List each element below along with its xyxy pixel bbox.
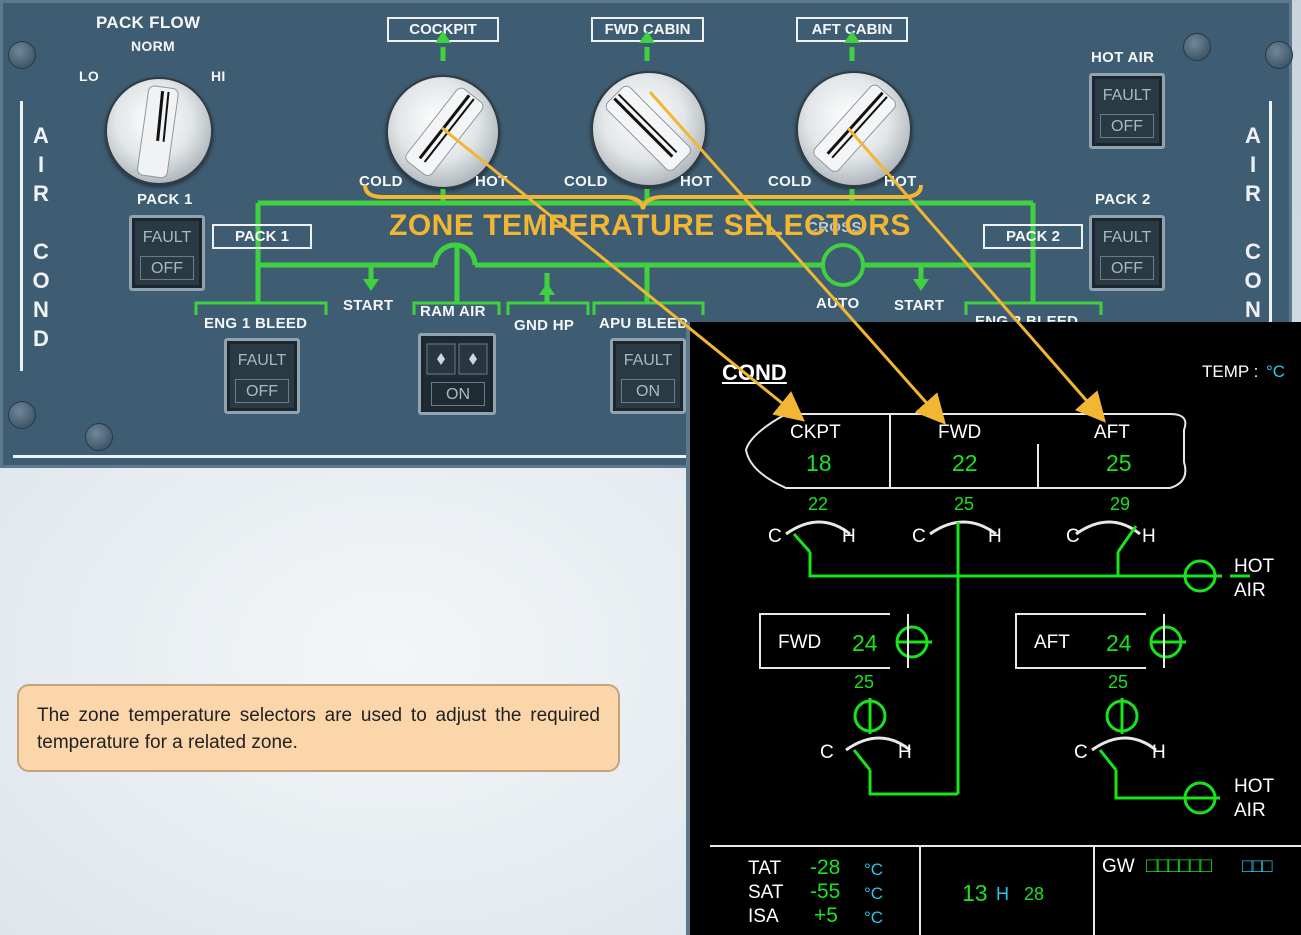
tat-label: TAT <box>748 858 782 879</box>
crossbleed-auto-label: AUTO <box>816 295 860 312</box>
ram-air-on-light: ON <box>431 382 485 406</box>
ecam-temp-label: TEMP : <box>1202 362 1259 381</box>
aft-cargo-duct-temp: 25 <box>1108 672 1129 692</box>
apu-bleed-label: APU BLEED <box>599 315 689 332</box>
cargo-hot-air-label-2: AIR <box>1234 800 1266 821</box>
fwd-cargo-label: FWD <box>778 632 822 653</box>
ckpt-valve-cold-label: C <box>768 526 782 547</box>
clock-minutes: 28 <box>1024 884 1045 904</box>
pack1-label: PACK 1 <box>137 191 193 208</box>
eng1-bleed-fault-light: FAULT <box>237 352 287 369</box>
isa-label: ISA <box>748 906 779 927</box>
isa-value: +5 <box>814 904 838 927</box>
sat-unit: °C <box>864 884 884 903</box>
fwd-zone-temp: 22 <box>952 450 978 476</box>
aft-valve-hot-label: H <box>1142 526 1156 547</box>
eng1-bleed-off-light: OFF <box>235 379 289 403</box>
pack1-pushbutton[interactable]: FAULT OFF <box>129 215 205 291</box>
cargo-hot-air-label-1: HOT <box>1234 776 1275 797</box>
aft-cargo-valve-hot-label: H <box>1152 742 1166 763</box>
hot-air-label: HOT AIR <box>1091 49 1155 66</box>
pack2-label: PACK 2 <box>1095 191 1151 208</box>
hot-air-label-2: AIR <box>1234 580 1266 601</box>
fwd-cargo-valve-hot-label: H <box>898 742 912 763</box>
ecam-cond-page: COND TEMP : °C CKPT FWD AFT 18 22 25 22 … <box>686 322 1301 935</box>
hot-air-fault-light: FAULT <box>1102 87 1152 104</box>
instruction-caption: The zone temperature selectors are used … <box>17 684 620 772</box>
apu-bleed-pushbutton[interactable]: FAULT ON <box>610 338 686 414</box>
pack2-pushbutton[interactable]: FAULT OFF <box>1089 215 1165 291</box>
fwd-valve-hot-label: H <box>988 526 1002 547</box>
fwd-cargo-duct-temp: 25 <box>854 672 875 692</box>
ckpt-valve-hot-label: H <box>842 526 856 547</box>
fwd-zone-label: FWD <box>938 422 982 443</box>
hot-air-label-1: HOT <box>1234 556 1275 577</box>
gw-label: GW <box>1102 856 1135 877</box>
pack2-line-label: PACK 2 <box>983 224 1083 249</box>
apu-bleed-fault-light: FAULT <box>623 352 673 369</box>
pack2-fault-light: FAULT <box>1102 229 1152 246</box>
zone-temperature-selectors-title: ZONE TEMPERATURE SELECTORS <box>389 209 911 242</box>
fwd-valve-cold-label: C <box>912 526 926 547</box>
apu-bleed-on-light: ON <box>621 379 675 403</box>
isa-unit: °C <box>864 908 884 927</box>
ram-air-label: RAM AIR <box>420 303 486 320</box>
ckpt-zone-temp: 18 <box>806 450 832 476</box>
aft-cargo-temp: 24 <box>1106 630 1132 656</box>
hot-air-off-light: OFF <box>1100 114 1154 138</box>
tat-value: -28 <box>810 856 841 879</box>
fwd-cargo-temp: 24 <box>852 630 878 656</box>
start-label-left: START <box>343 297 394 314</box>
gw-value: □□□□□□ <box>1146 854 1212 877</box>
aft-cargo-label: AFT <box>1034 632 1070 653</box>
zone-selectors-brace <box>363 184 923 210</box>
gw-unit: □□□ <box>1242 856 1272 877</box>
ckpt-duct-temp: 22 <box>808 494 829 514</box>
ecam-page-title: COND <box>722 360 787 385</box>
tat-unit: °C <box>864 860 884 879</box>
aft-zone-label: AFT <box>1094 422 1130 443</box>
fwd-duct-temp: 25 <box>954 494 975 514</box>
pack1-off-light: OFF <box>140 256 194 280</box>
pack1-line-label: PACK 1 <box>212 224 312 249</box>
pack1-fault-light: FAULT <box>142 229 192 246</box>
eng1-bleed-pushbutton[interactable]: FAULT OFF <box>224 338 300 414</box>
ram-air-guard-icon <box>426 343 488 375</box>
ram-air-guarded-pushbutton[interactable]: ON <box>418 333 496 415</box>
sat-value: -55 <box>810 880 841 903</box>
clock-hours: 13 <box>962 880 988 906</box>
aft-cargo-valve-cold-label: C <box>1074 742 1088 763</box>
start-label-right: START <box>894 297 945 314</box>
aft-duct-temp: 29 <box>1110 494 1131 514</box>
ckpt-zone-label: CKPT <box>790 422 841 443</box>
clock-separator: H <box>996 884 1009 904</box>
ecam-cond-schematic <box>710 413 1301 935</box>
eng1-bleed-label: ENG 1 BLEED <box>204 315 308 332</box>
pack2-off-light: OFF <box>1100 256 1154 280</box>
hot-air-pushbutton[interactable]: FAULT OFF <box>1089 73 1165 149</box>
aft-zone-temp: 25 <box>1106 450 1132 476</box>
gnd-hp-label: GND HP <box>514 317 575 334</box>
sat-label: SAT <box>748 882 784 903</box>
fwd-cargo-valve-cold-label: C <box>820 742 834 763</box>
aft-valve-cold-label: C <box>1066 526 1080 547</box>
ecam-temp-unit: °C <box>1266 362 1286 381</box>
